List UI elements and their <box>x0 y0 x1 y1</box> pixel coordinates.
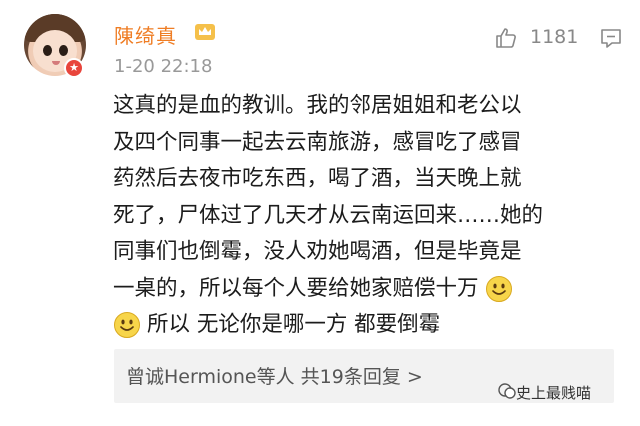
comment-line: 一桌的，所以每个人要给她家赔偿十万 <box>113 271 613 308</box>
comment-line: 及四个同事一起去云南旅游，感冒吃了感冒 <box>113 125 613 162</box>
smiley-emoji-icon <box>114 312 140 339</box>
comment-line: 所以 无论你是哪一方 都要倒霉 <box>113 307 613 344</box>
comment-line-text: 及四个同事一起去云南旅游，感冒吃了感冒 <box>113 129 522 155</box>
comment-line-text: 药然后去夜市吃东西，喝了酒，当天晚上就 <box>113 166 522 191</box>
smiley-emoji-icon <box>485 275 512 302</box>
avatar-eye <box>59 45 68 56</box>
comment-icon[interactable] <box>599 26 623 50</box>
avatar-eye <box>43 45 52 56</box>
comment-line-text: 同事们也倒霉，没人劝她喝酒，但是毕竟是 <box>113 239 522 264</box>
comment-line-text: 一桌的，所以每个人要给她家赔偿十万 <box>113 275 479 301</box>
comment-body: 这真的是血的教训。我的邻居姐姐和老公以 及四个同事一起去云南旅游，感冒吃了感冒 … <box>113 88 613 344</box>
reply-summary[interactable]: 曾诚Hermione等人 共19条回复 > <box>126 362 423 389</box>
comment-line: 死了，尸体过了几天才从云南运回来……她的 <box>113 198 613 235</box>
comment-line-text: 所以 无论你是哪一方 都要倒霉 <box>147 312 441 337</box>
comment-line-text: 这真的是血的教训。我的邻居姐姐和老公以 <box>113 93 522 118</box>
thumbs-up-icon[interactable] <box>494 26 518 50</box>
verified-badge-icon: ★ <box>64 58 84 78</box>
comment-line-text: 死了，尸体过了几天才从云南运回来……她的 <box>113 202 544 228</box>
comment-username[interactable]: 陳绮真 <box>114 20 177 49</box>
comment-timestamp: 1-20 22:18 <box>114 56 213 77</box>
crown-badge-icon <box>195 24 215 40</box>
comment-line: 同事们也倒霉，没人劝她喝酒，但是毕竟是 <box>113 234 613 271</box>
watermark-text: 史上最贱喵 <box>516 384 592 402</box>
comment-line: 这真的是血的教训。我的邻居姐姐和老公以 <box>113 88 613 125</box>
watermark-chat-icon <box>498 383 516 399</box>
like-count: 1181 <box>530 26 579 48</box>
comment-line: 药然后去夜市吃东西，喝了酒，当天晚上就 <box>113 161 613 198</box>
